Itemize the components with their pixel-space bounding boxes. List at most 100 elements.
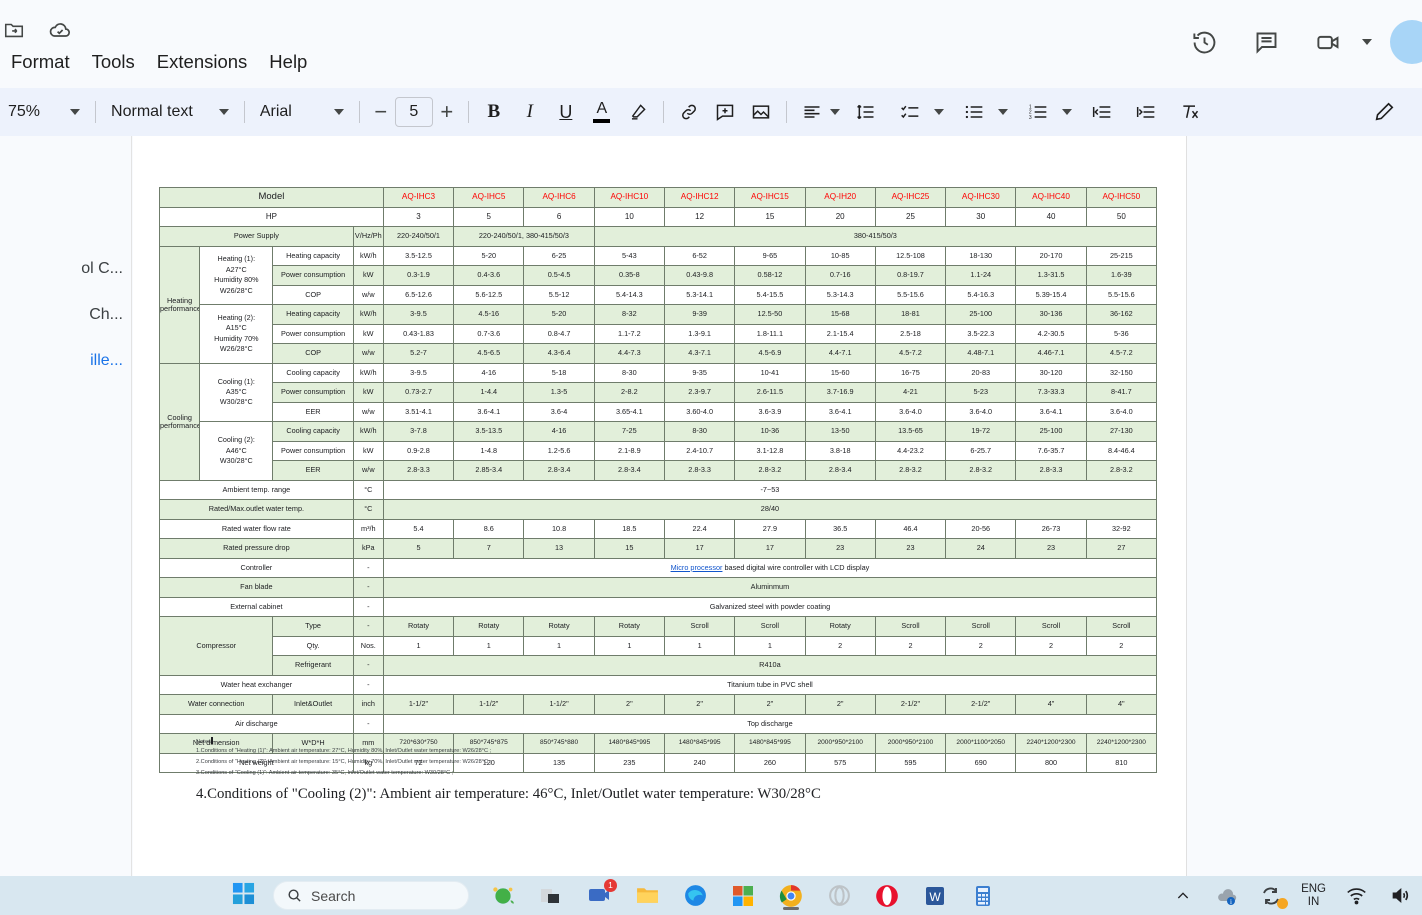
font-family-selector[interactable]: Arial [252, 96, 352, 128]
file-explorer-icon[interactable] [633, 882, 661, 910]
fan-blade-unit: - [352, 577, 384, 598]
microsoft-store-icon[interactable] [729, 882, 757, 910]
underline-button[interactable]: U [550, 96, 582, 128]
chevron-down-icon[interactable] [1362, 39, 1372, 45]
condition-block: Cooling (1): A35°C W30/28°C [199, 362, 274, 422]
word-icon[interactable]: W [921, 882, 949, 910]
perf-6-10: 32-150 [1085, 362, 1158, 383]
water-connection-5: 2" [734, 694, 806, 715]
menu-tools[interactable]: Tools [81, 48, 146, 76]
perf-label-7: Power consumption [272, 382, 354, 403]
google-meet-icon[interactable] [1306, 20, 1350, 64]
menu-format[interactable]: Format [0, 48, 81, 76]
perf-10-10: 8.4-46.4 [1085, 440, 1158, 461]
font-size-input[interactable] [394, 97, 433, 127]
compressor-type-3: Rotaty [593, 616, 665, 637]
chevron-down-icon[interactable] [829, 109, 840, 115]
move-to-folder-icon[interactable] [0, 16, 28, 44]
perf-9-1: 3.5-13.5 [453, 421, 525, 442]
clear-formatting-button[interactable] [1174, 96, 1206, 128]
volume-icon[interactable] [1386, 882, 1414, 910]
text-color-button[interactable]: A [586, 96, 618, 128]
insert-image-button[interactable] [745, 96, 777, 128]
notes-small-text: 1.Conditions of “Heating (1)”: Ambient a… [196, 748, 492, 776]
perf-0-1: 5-20 [453, 245, 525, 266]
perf-7-8: 5-23 [945, 382, 1017, 403]
perf-4-0: 0.43-1.83 [382, 323, 455, 344]
italic-button[interactable]: I [514, 96, 546, 128]
opera-gx-icon[interactable] [825, 882, 853, 910]
perf-10-7: 4.4-23.2 [874, 440, 947, 461]
perf-8-6: 3.6-4.1 [804, 401, 876, 422]
add-comment-button[interactable] [709, 96, 741, 128]
perf-2-1: 5.6-12.5 [453, 284, 525, 305]
align-button[interactable] [796, 96, 828, 128]
format-toolbar: 75% Normal text Arial − + B I U A [0, 88, 1422, 136]
menu-help[interactable]: Help [258, 48, 318, 76]
insert-link-button[interactable] [673, 96, 705, 128]
air-discharge-value: Top discharge [382, 713, 1158, 734]
decrease-font-size-button[interactable]: − [367, 99, 395, 125]
comments-icon[interactable] [1244, 20, 1288, 64]
cloud-saved-icon[interactable] [46, 16, 74, 44]
language-indicator[interactable]: ENG IN [1301, 883, 1326, 907]
ambient-temp-range-label: Ambient temp. range [159, 479, 354, 500]
water-heat-exchanger-label: Water heat exchanger [159, 674, 354, 695]
font-family-value: Arial [259, 103, 292, 120]
menu-extensions[interactable]: Extensions [146, 48, 259, 76]
outline-item-2[interactable]: ille... [0, 338, 131, 384]
avatar[interactable] [1390, 20, 1422, 64]
zoom-selector[interactable]: 75% [0, 96, 88, 128]
paragraph-style-selector[interactable]: Normal text [103, 96, 237, 128]
checklist-button[interactable] [894, 96, 926, 128]
outline-item-0[interactable]: ol C... [0, 246, 131, 292]
opera-icon[interactable] [873, 882, 901, 910]
chevron-down-icon[interactable] [933, 109, 944, 115]
start-button[interactable] [232, 882, 255, 910]
perf-2-7: 5.5-15.6 [874, 284, 947, 305]
condition-block: Heating (2): A15°C Humidity 70% W26/28°C [199, 304, 274, 364]
bold-button[interactable]: B [478, 96, 510, 128]
compressor-qty-0: 1 [382, 635, 455, 656]
perf-unit-5: w/w [352, 343, 384, 364]
calculator-icon[interactable] [969, 882, 997, 910]
compressor-qty-6: 2 [804, 635, 876, 656]
perf-3-5: 12.5-50 [734, 304, 806, 325]
version-history-icon[interactable] [1182, 20, 1226, 64]
network-icon[interactable] [1342, 882, 1370, 910]
rated-water-flow-rate-0: 5.4 [382, 518, 455, 539]
edge-icon[interactable] [681, 882, 709, 910]
decrease-indent-button[interactable] [1086, 96, 1118, 128]
weather-widget-icon[interactable] [489, 882, 517, 910]
bulleted-list-button[interactable] [958, 96, 990, 128]
hp-8: 30 [945, 206, 1017, 227]
chat-icon[interactable]: 1 [585, 878, 617, 910]
perf-0-5: 9-65 [734, 245, 806, 266]
highlight-color-button[interactable] [622, 96, 654, 128]
sync-status-icon[interactable] [1257, 882, 1289, 910]
perf-7-4: 2.3-9.7 [663, 382, 736, 403]
taskbar-search[interactable]: Search [273, 881, 469, 910]
line-spacing-button[interactable] [850, 96, 882, 128]
rated-water-flow-rate-1: 8.6 [453, 518, 525, 539]
perf-6-3: 8-30 [593, 362, 665, 383]
chrome-icon[interactable] [777, 882, 805, 910]
chevron-down-icon[interactable] [997, 109, 1008, 115]
increase-font-size-button[interactable]: + [433, 99, 461, 125]
chevron-down-icon[interactable] [1061, 109, 1072, 115]
perf-3-0: 3-9.5 [382, 304, 455, 325]
notes-title-text: Notes [196, 739, 212, 745]
numbered-list-button[interactable]: 1 2 3 [1022, 96, 1054, 128]
table-row-perf-8: EER w/w 3.51-4.1 3.6-4.1 3.6-4 3.65-4.1 3.60-4… [160, 401, 1158, 422]
table-row-air-discharge: Air discharge - Top discharge [159, 713, 1158, 734]
language-code: ENG [1301, 883, 1326, 896]
compressor-refrigerant-label: Refrigerant [272, 655, 354, 676]
increase-indent-button[interactable] [1130, 96, 1162, 128]
outline-item-1[interactable]: Ch... [0, 292, 131, 338]
onedrive-icon[interactable]: i [1213, 882, 1241, 910]
table-row-external-cabinet: External cabinet - Galvanized steel with p… [159, 596, 1158, 617]
show-hidden-icons-chevron[interactable] [1169, 882, 1197, 910]
editing-mode-button[interactable] [1368, 96, 1400, 128]
controller-link[interactable]: Micro processor [671, 563, 723, 572]
task-view-icon[interactable] [537, 882, 565, 910]
